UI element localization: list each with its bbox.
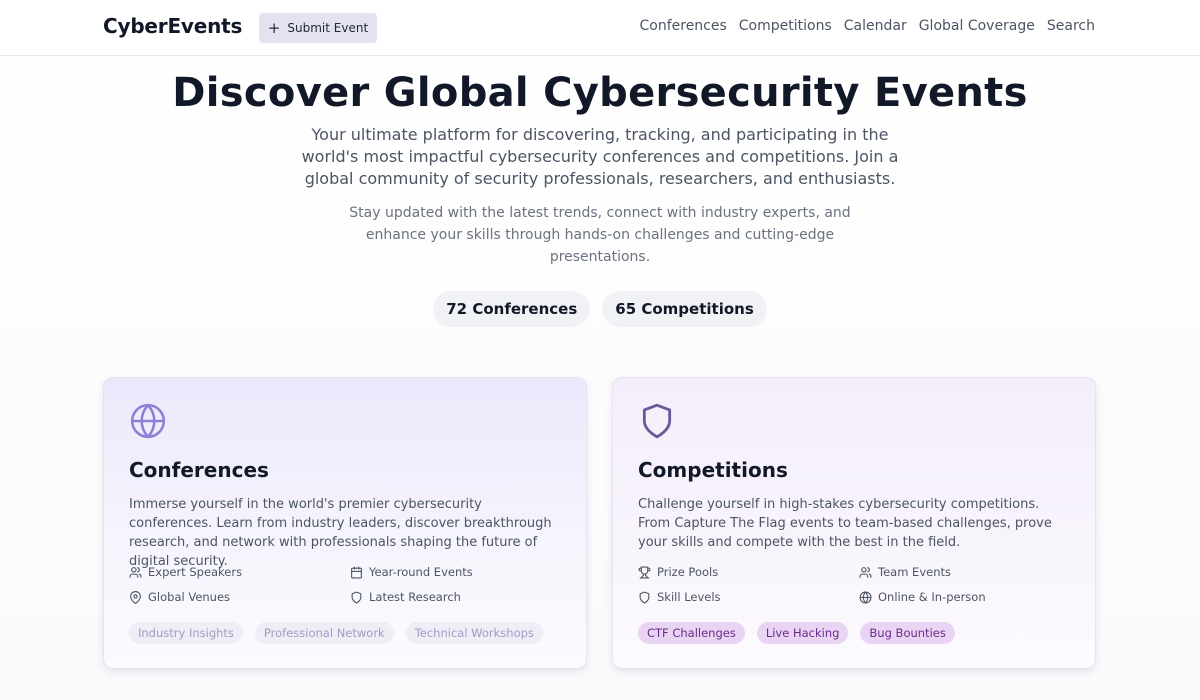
competitions-card-description: Challenge yourself in high-stakes cybers… xyxy=(638,497,1052,550)
competitions-count-badge: 65 Competitions xyxy=(602,291,767,327)
conferences-card-description: Immerse yourself in the world's premier … xyxy=(129,497,552,569)
hero-title: Discover Global Cybersecurity Events xyxy=(172,70,1028,116)
feature-global-venues: Global Venues xyxy=(129,590,230,604)
conferences-card-title: Conferences xyxy=(129,458,269,482)
feature-latest-research: Latest Research xyxy=(350,590,461,604)
hero-subtitle: Your ultimate platform for discovering, … xyxy=(301,125,899,188)
conferences-tags: Industry Insights Professional Network T… xyxy=(129,622,543,644)
tag-live-hacking[interactable]: Live Hacking xyxy=(756,622,849,644)
tag-bug-bounties[interactable]: Bug Bounties xyxy=(860,622,955,644)
conferences-count-badge: 72 Conferences xyxy=(433,291,591,327)
feature-prize-pools: Prize Pools xyxy=(638,565,718,579)
competitions-tags: CTF Challenges Live Hacking Bug Bounties xyxy=(638,622,955,644)
plus-icon: + xyxy=(267,18,281,37)
nav-link-calendar[interactable]: Calendar xyxy=(844,18,907,34)
feature-label: Prize Pools xyxy=(657,565,719,579)
conferences-card[interactable]: Conferences Immerse yourself in the worl… xyxy=(103,377,587,669)
tag-technical-workshops[interactable]: Technical Workshops xyxy=(405,622,543,644)
nav-link-global-coverage[interactable]: Global Coverage xyxy=(919,18,1035,34)
feature-expert-speakers: Expert Speakers xyxy=(129,565,242,579)
tag-professional-network[interactable]: Professional Network xyxy=(254,622,394,644)
nav-link-competitions[interactable]: Competitions xyxy=(739,18,832,34)
globe-icon xyxy=(859,591,872,603)
feature-online-in-person: Online & In-person xyxy=(859,590,986,604)
competitions-card[interactable]: Competitions Challenge yourself in high-… xyxy=(612,377,1096,669)
feature-year-round-events: Year-round Events xyxy=(350,565,473,579)
map-pin-icon xyxy=(130,590,141,604)
stats-row: 72 Conferences 65 Competitions xyxy=(0,291,1200,327)
trophy-icon xyxy=(638,566,651,578)
calendar-icon xyxy=(351,566,362,578)
main-nav: Conferences Competitions Calendar Global… xyxy=(639,18,1095,34)
feature-label: Skill Levels xyxy=(657,590,721,604)
site-logo[interactable]: CyberEvents xyxy=(103,14,242,38)
feature-label: Year-round Events xyxy=(369,565,473,579)
nav-link-search[interactable]: Search xyxy=(1047,18,1095,34)
submit-event-button[interactable]: + Submit Event xyxy=(259,13,377,43)
hero-secondary-text: Stay updated with the latest trends, con… xyxy=(349,205,851,265)
tag-industry-insights[interactable]: Industry Insights xyxy=(129,622,243,644)
submit-event-label: Submit Event xyxy=(287,21,369,35)
users-icon xyxy=(129,566,142,578)
users-icon xyxy=(859,566,872,578)
competitions-card-title: Competitions xyxy=(638,458,788,482)
feature-label: Latest Research xyxy=(369,590,461,604)
feature-label: Online & In-person xyxy=(878,590,986,604)
feature-skill-levels: Skill Levels xyxy=(638,590,721,604)
feature-label: Team Events xyxy=(878,565,951,579)
feature-label: Global Venues xyxy=(148,590,231,604)
shield-icon xyxy=(351,591,362,603)
globe-icon xyxy=(130,403,166,439)
shield-icon xyxy=(639,591,650,603)
tag-ctf-challenges[interactable]: CTF Challenges xyxy=(638,622,745,644)
feature-team-events: Team Events xyxy=(859,565,951,579)
top-navbar: CyberEvents + Submit Event Conferences C… xyxy=(0,0,1200,56)
nav-link-conferences[interactable]: Conferences xyxy=(639,18,726,34)
feature-label: Expert Speakers xyxy=(148,565,243,579)
shield-icon xyxy=(642,403,672,439)
